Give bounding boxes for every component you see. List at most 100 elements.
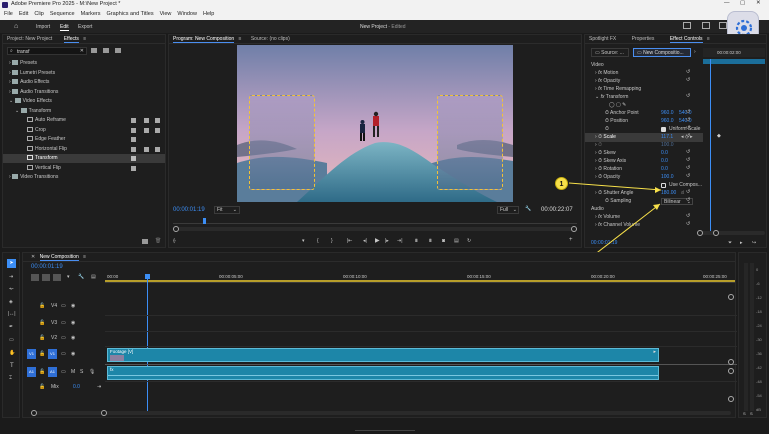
- ruler-label: 00:00: [107, 274, 119, 279]
- caption-tool-icon[interactable]: ⌶: [9, 375, 12, 381]
- sync-lock-icon[interactable]: ▭: [61, 351, 66, 357]
- track-label: V2: [51, 335, 58, 341]
- track-mix: 🔓 Mix 0.0 ⇥: [23, 382, 105, 394]
- track-divider: [105, 346, 737, 347]
- timeline-timecode[interactable]: 00:00:01:19: [31, 264, 63, 270]
- mix-end-icon: ⇥: [97, 384, 102, 390]
- track-scroll-handle[interactable]: [728, 359, 734, 365]
- lock-icon[interactable]: 🔓: [39, 384, 45, 390]
- track-divider: [105, 315, 737, 316]
- status-divider: [355, 430, 415, 431]
- eye-icon[interactable]: ◉: [71, 335, 75, 341]
- solo-left-button[interactable]: S: [743, 411, 746, 416]
- playhead-head[interactable]: [145, 274, 150, 279]
- track-scroll-handle[interactable]: [728, 368, 734, 374]
- track-select-tool-icon[interactable]: ⇥: [9, 274, 13, 280]
- meter-bar-left: [744, 263, 748, 411]
- meter-label: -54: [756, 393, 762, 398]
- mute-icon[interactable]: M: [71, 369, 75, 375]
- tools-panel: ➤ ⇥ ⟛ ◈ |↔| ✒ ▭ ✋ T ⌶: [2, 252, 20, 418]
- track-a1: A1 🔓 A1 ▭ M S 🎙: [23, 365, 105, 381]
- ripple-edit-tool-icon[interactable]: ⟛: [9, 286, 14, 292]
- solo-right-button[interactable]: S: [750, 411, 753, 416]
- lock-icon[interactable]: 🔓: [39, 303, 45, 309]
- track-divider: [105, 364, 737, 365]
- timeline-settings-icon[interactable]: 🔧: [78, 274, 84, 280]
- razor-tool-icon[interactable]: ◈: [9, 299, 13, 305]
- meter-label: -6: [756, 281, 760, 286]
- callout-1-badge: 1: [555, 177, 568, 190]
- track-divider: [105, 331, 737, 332]
- audio-waveform-line: [108, 375, 658, 376]
- slip-tool-icon[interactable]: |↔|: [8, 311, 16, 317]
- ruler-label: 00:00:25:00: [703, 274, 727, 279]
- close-tab-icon[interactable]: ✕: [31, 254, 35, 260]
- ruler-label: 00:00:15:00: [467, 274, 491, 279]
- source-patch-v1[interactable]: V1: [27, 349, 36, 359]
- eye-icon[interactable]: ◉: [71, 351, 75, 357]
- tab-new-composition[interactable]: New Composition: [39, 254, 79, 261]
- voiceover-icon[interactable]: 🎙: [89, 369, 95, 375]
- meter-label: -42: [756, 365, 762, 370]
- sync-lock-icon[interactable]: ▭: [61, 369, 66, 375]
- meter-label: -24: [756, 323, 762, 328]
- track-label-active[interactable]: A1: [48, 367, 57, 377]
- nest-toggle-icon[interactable]: [31, 274, 39, 281]
- snap-icon[interactable]: [42, 274, 50, 281]
- work-area-bar[interactable]: [105, 280, 735, 282]
- add-marker-icon[interactable]: ▾: [67, 274, 70, 280]
- track-scroll-handle[interactable]: [728, 396, 734, 402]
- lock-icon[interactable]: 🔓: [39, 320, 45, 326]
- meter-label: dB: [756, 407, 761, 412]
- timeline-ruler[interactable]: 00:00 00:00:05:00 00:00:10:00 00:00:15:0…: [105, 273, 735, 283]
- zoom-handle-left[interactable]: [31, 410, 37, 416]
- track-v3: 🔓 V3 ▭ ◉: [23, 317, 105, 331]
- hand-tool-icon[interactable]: ✋: [9, 350, 15, 356]
- sync-lock-icon[interactable]: ▭: [61, 335, 66, 341]
- clip-end-marker-icon: ▸: [653, 349, 656, 355]
- meter-label: -12: [756, 295, 762, 300]
- audio-meter: 0 -6 -12 -18 -24 -30 -36 -42 -48 -54 dB …: [738, 252, 767, 418]
- pen-tool-icon[interactable]: ✒: [9, 324, 13, 330]
- zoom-handle-right[interactable]: [101, 410, 107, 416]
- type-tool-icon[interactable]: T: [10, 363, 14, 369]
- lock-icon[interactable]: 🔓: [39, 335, 45, 341]
- solo-icon[interactable]: S: [80, 369, 83, 375]
- mix-value[interactable]: 0.0: [73, 384, 80, 390]
- meter-bar-right: [750, 263, 754, 411]
- callout-1-arrow: [568, 182, 662, 191]
- rectangle-tool-icon[interactable]: ▭: [9, 337, 14, 343]
- eye-icon[interactable]: ◉: [71, 303, 75, 309]
- lock-icon[interactable]: 🔓: [39, 351, 45, 357]
- timeline-toolbar: ▾ 🔧 ▤: [29, 274, 105, 282]
- track-scroll-handle[interactable]: [728, 294, 734, 300]
- clip-thumbnail: [110, 355, 124, 361]
- meter-label: -18: [756, 309, 762, 314]
- status-bar: [0, 420, 769, 434]
- sync-lock-icon[interactable]: ▭: [61, 320, 66, 326]
- meter-label: -30: [756, 337, 762, 342]
- audio-clip[interactable]: fx: [107, 366, 659, 380]
- track-label: Mix: [51, 384, 59, 390]
- lock-icon[interactable]: 🔓: [39, 369, 45, 375]
- track-divider: [105, 381, 737, 382]
- selection-tool-icon[interactable]: ➤: [7, 259, 16, 268]
- linked-selection-icon[interactable]: [53, 274, 61, 281]
- timeline-playhead[interactable]: [145, 274, 150, 414]
- track-label-active[interactable]: V1: [48, 349, 57, 359]
- eye-icon[interactable]: ◉: [71, 320, 75, 326]
- meter-label: -48: [756, 379, 762, 384]
- meter-scale: 0 -6 -12 -18 -24 -30 -36 -42 -48 -54 dB: [756, 263, 768, 413]
- timeline-zoom-bar[interactable]: [31, 410, 731, 416]
- source-patch-a1[interactable]: A1: [27, 367, 36, 377]
- meter-label: 0: [756, 267, 759, 272]
- track-label: V3: [51, 320, 58, 326]
- callout-1-arrowhead: [655, 187, 661, 193]
- sync-lock-icon[interactable]: ▭: [61, 303, 66, 309]
- ruler-label: 00:00:10:00: [343, 274, 367, 279]
- meter-label: -36: [756, 351, 762, 356]
- track-label: V4: [51, 303, 58, 309]
- panel-menu-icon[interactable]: ≡: [83, 254, 86, 260]
- video-clip[interactable]: Footage [V] ▸: [107, 348, 659, 362]
- captions-icon[interactable]: ▤: [91, 274, 96, 280]
